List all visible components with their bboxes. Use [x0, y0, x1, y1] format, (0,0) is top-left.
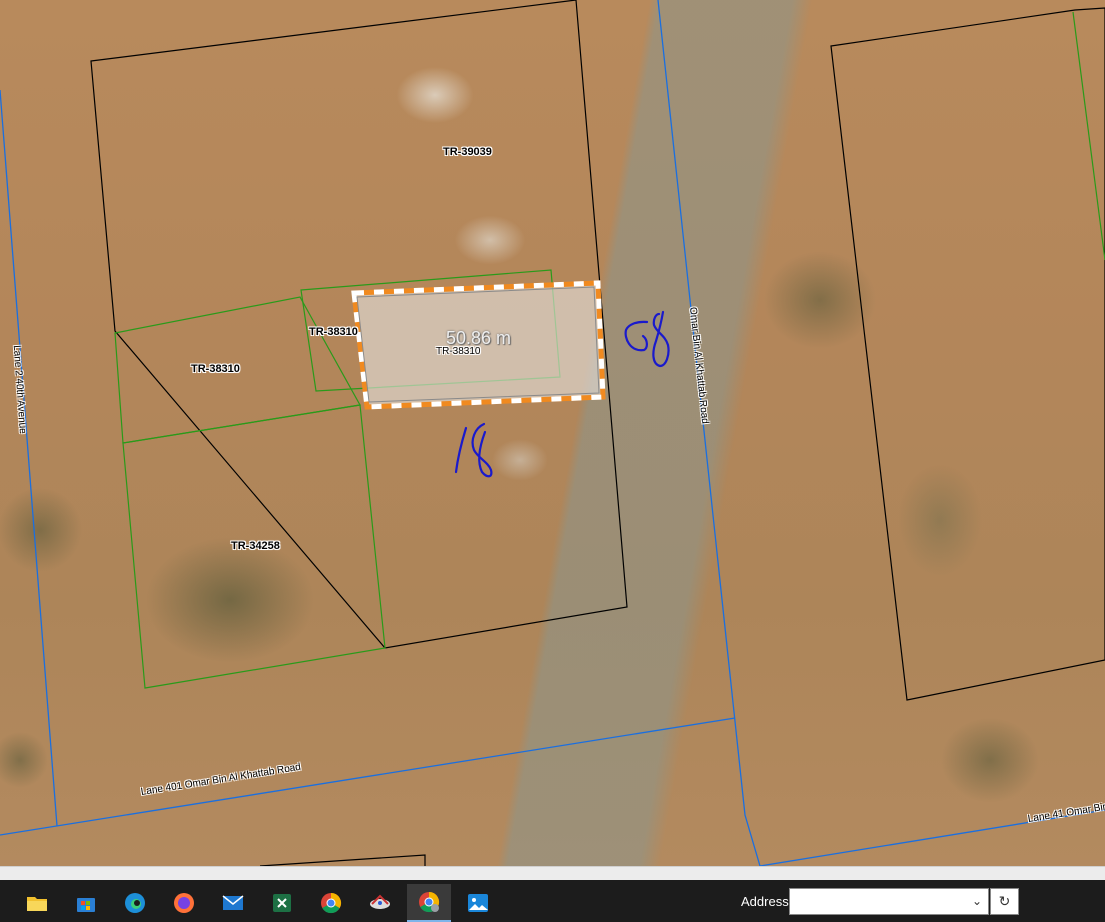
- parcel-label-tr-34258: TR-34258: [231, 540, 280, 552]
- measurement-label: 50.86 m: [446, 328, 512, 348]
- excel-icon: [273, 894, 291, 912]
- parcel-label-tr-38310-b: TR-38310: [191, 363, 240, 375]
- store-icon: [77, 898, 95, 912]
- taskbar-microsoft-store[interactable]: [64, 884, 108, 922]
- chevron-down-icon[interactable]: ⌄: [972, 894, 982, 908]
- parcel-boundary-right: [830, 7, 1105, 701]
- chrome-icon: [321, 892, 342, 914]
- handwritten-18: [454, 422, 493, 478]
- satellite-icon: [370, 894, 390, 909]
- taskbar-firefox[interactable]: [162, 884, 206, 922]
- taskbar-photos[interactable]: [456, 884, 500, 922]
- folder-icon: [27, 897, 47, 911]
- chrome-profile-icon: [419, 891, 440, 913]
- map-view[interactable]: TR-39039 TR-38310 TR-38310 TR-38310 TR-3…: [0, 0, 1105, 866]
- lot-boundary-far-right: [1072, 11, 1105, 261]
- taskbar-chrome[interactable]: [309, 884, 353, 922]
- address-bar[interactable]: ⌄: [789, 888, 989, 915]
- handwritten-58: [624, 310, 670, 368]
- mail-icon: [222, 895, 244, 910]
- photos-icon: [468, 894, 488, 912]
- taskbar-satellite-app[interactable]: [358, 884, 402, 922]
- address-label: Address: [741, 894, 789, 909]
- taskbar-chrome-profile[interactable]: [407, 884, 451, 922]
- road-line-lane-2-40th: [0, 89, 58, 827]
- address-input[interactable]: [790, 889, 968, 914]
- taskbar-excel[interactable]: [260, 884, 304, 922]
- map-overlay: [0, 0, 1105, 866]
- taskbar-file-explorer[interactable]: [15, 884, 59, 922]
- road-line-lane-401: [0, 717, 736, 836]
- parcel-label-tr-38310-a: TR-38310: [309, 326, 358, 338]
- road-line-omar-bin-al-khattab: [657, 0, 761, 866]
- taskbar-edge[interactable]: [113, 884, 157, 922]
- parcel-boundary-bottom: [259, 854, 426, 866]
- firefox-icon: [174, 893, 194, 913]
- edge-icon: [125, 893, 145, 913]
- parcel-label-tr-39039: TR-39039: [443, 146, 492, 158]
- refresh-icon[interactable]: ↻: [990, 888, 1019, 915]
- map-bottom-strip: [0, 866, 1105, 881]
- taskbar-mail[interactable]: [211, 884, 255, 922]
